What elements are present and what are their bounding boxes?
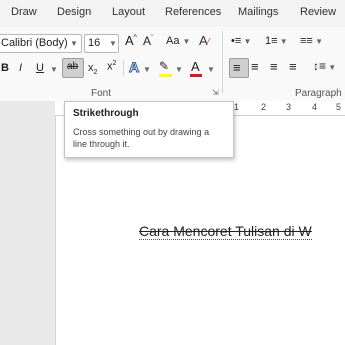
font-color-swatch [190, 74, 202, 77]
strikethrough-button[interactable]: ab [62, 58, 84, 78]
subscript-button[interactable]: x2 [88, 62, 97, 76]
ruler-mark: 1 [234, 102, 240, 112]
chevron-down-icon[interactable]: ▼ [50, 65, 58, 74]
font-size-value: 16 [88, 37, 101, 49]
tab-design[interactable]: Design [57, 6, 91, 18]
chevron-down-icon: ▼ [182, 37, 191, 46]
chevron-down-icon[interactable]: ▼ [70, 39, 78, 48]
chevron-down-icon: ▼ [312, 37, 323, 46]
font-color-icon: A [191, 59, 200, 74]
ribbon: Calibri (Body) ▼ 16 ▼ A^ Aˇ Aa ▼ A⁄ •≡ ▼… [0, 27, 345, 102]
font-color-button[interactable]: A [190, 59, 202, 77]
chevron-down-icon: ▼ [277, 37, 288, 46]
strikethrough-icon: ab [67, 61, 79, 72]
align-left-button[interactable]: ≡ [229, 58, 249, 78]
chevron-down-icon: ▼ [241, 37, 252, 46]
highlight-color-button[interactable]: ✎ [159, 59, 172, 77]
align-right-button[interactable]: ≡ [270, 59, 278, 74]
text-effects-button[interactable]: A [128, 59, 140, 76]
grow-font-icon: A [125, 33, 134, 48]
superscript-button[interactable]: x2 [107, 60, 116, 73]
underline-button[interactable]: U [36, 62, 44, 74]
ruler-mark: 3 [286, 102, 292, 112]
shrink-font-button[interactable]: Aˇ [143, 34, 153, 48]
grow-font-button[interactable]: A^ [125, 33, 137, 48]
font-name-value: Calibri (Body) [1, 37, 68, 49]
paragraph-group-label: Paragraph [295, 88, 342, 99]
tab-draw[interactable]: Draw [11, 6, 37, 18]
ruler-mark: 5 [336, 102, 342, 112]
font-group-label: Font [91, 88, 112, 99]
italic-button[interactable]: I [19, 62, 22, 74]
clear-formatting-icon: A [199, 33, 208, 48]
numbered-list-icon: 1≡ [265, 35, 278, 47]
tab-references[interactable]: References [165, 6, 221, 18]
chevron-down-icon[interactable]: ▼ [175, 65, 183, 74]
highlighter-icon: ✎ [159, 59, 170, 73]
chevron-down-icon: ▼ [326, 63, 337, 72]
underline-label: U [36, 62, 44, 74]
document-text[interactable]: Cara Mencoret Tulisan di W [139, 223, 312, 240]
font-dialog-launcher-icon[interactable]: ⇲ [212, 88, 219, 97]
shrink-font-icon: A [143, 34, 152, 48]
font-name-combobox[interactable]: Calibri (Body) ▼ [0, 34, 82, 53]
justify-button[interactable]: ≡ [289, 59, 297, 74]
ribbon-tab-bar: Draw Design Layout References Mailings R… [0, 0, 345, 27]
line-spacing-icon: ↕≡ [313, 59, 327, 73]
align-left-icon: ≡ [233, 60, 241, 75]
align-right-icon: ≡ [270, 59, 278, 74]
ruler-mark: 4 [312, 102, 318, 112]
font-size-combobox[interactable]: 16 ▼ [84, 34, 119, 53]
highlight-color-swatch [159, 74, 172, 77]
bold-button[interactable]: B [1, 62, 9, 74]
ruler-mark: 2 [261, 102, 267, 112]
multilevel-list-icon: ≡≡ [300, 35, 313, 47]
multilevel-list-button[interactable]: ≡≡ ▼ [300, 35, 323, 47]
line-spacing-button[interactable]: ↕≡ ▼ [313, 59, 336, 73]
text-effects-icon: A [128, 59, 140, 76]
justify-icon: ≡ [289, 59, 297, 74]
clear-formatting-button[interactable]: A⁄ [199, 33, 209, 48]
numbering-button[interactable]: 1≡ ▼ [265, 35, 288, 47]
chevron-down-icon[interactable]: ▼ [109, 39, 117, 48]
change-case-label: Aa [166, 35, 180, 47]
bullets-button[interactable]: •≡ ▼ [231, 35, 251, 47]
change-case-button[interactable]: Aa ▼ [166, 35, 190, 47]
divider [123, 60, 124, 76]
tab-mailings[interactable]: Mailings [238, 6, 278, 18]
tooltip-body: Cross something out by drawing a line th… [73, 127, 210, 149]
align-center-icon: ≡ [251, 59, 259, 74]
bullet-list-icon: •≡ [231, 35, 242, 47]
tab-layout[interactable]: Layout [112, 6, 145, 18]
strikethrough-tooltip: Strikethrough Cross something out by dra… [64, 101, 234, 158]
tooltip-title: Strikethrough [73, 108, 139, 119]
strikethrough-text: Cara Mencoret Tulisan di W [139, 223, 312, 240]
tab-review[interactable]: Review [300, 6, 336, 18]
document-margin-gray [0, 101, 55, 345]
align-center-button[interactable]: ≡ [251, 59, 259, 74]
chevron-down-icon[interactable]: ▼ [143, 65, 151, 74]
group-divider [222, 31, 223, 93]
chevron-down-icon[interactable]: ▼ [207, 65, 215, 74]
